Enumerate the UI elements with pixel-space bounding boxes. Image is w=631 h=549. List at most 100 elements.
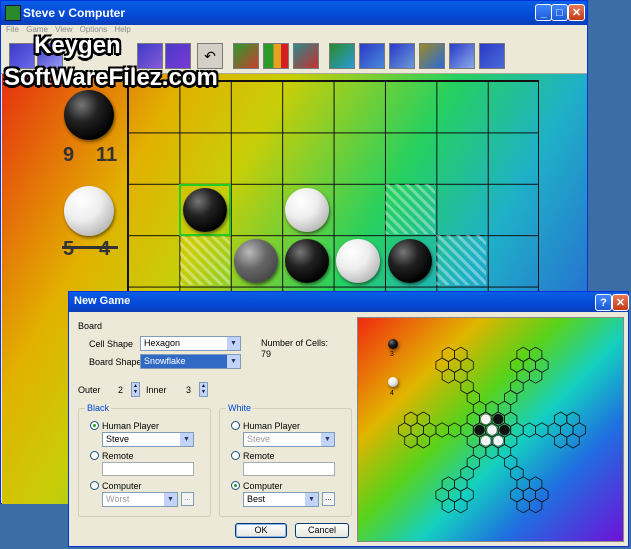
dialog-title-bar[interactable]: New Game ? ✕	[69, 292, 629, 312]
black-stone	[388, 239, 432, 283]
hex-cell	[416, 433, 430, 449]
hex-cell	[566, 433, 580, 449]
maximize-button[interactable]: □	[551, 4, 568, 21]
shape-octagon-icon[interactable]	[419, 43, 445, 69]
shape-star-icon[interactable]	[449, 43, 475, 69]
black-computer-radio[interactable]	[90, 481, 99, 490]
preview-white-piece	[492, 435, 504, 447]
white-stone	[285, 188, 329, 232]
cell-shape-select[interactable]: Hexagon ▼	[140, 336, 241, 351]
shape-triangle-icon[interactable]	[389, 43, 415, 69]
hex-cell	[404, 411, 418, 427]
close-button[interactable]: ✕	[568, 4, 585, 21]
cells-value: 79	[261, 349, 272, 359]
hex-cell	[448, 422, 462, 438]
white-computer-select[interactable]: Best ▼	[243, 492, 319, 507]
gray-stone	[234, 239, 278, 283]
black-computer-select[interactable]: Worst ▼	[102, 492, 178, 507]
chevron-down-icon[interactable]: ▼	[227, 355, 240, 368]
white-group-title: White	[226, 403, 254, 413]
stats-icon[interactable]	[263, 43, 289, 69]
black-remote-radio[interactable]	[90, 451, 99, 460]
white-remote-label: Remote	[243, 451, 275, 461]
black-human-select[interactable]: Steve ▼	[102, 432, 194, 447]
inner-label: Inner	[146, 385, 167, 395]
board-view-icon[interactable]	[233, 43, 259, 69]
hex-cell	[528, 368, 543, 384]
dialog-close-button[interactable]: ✕	[612, 294, 629, 311]
chevron-down-icon[interactable]: ▼	[227, 337, 240, 350]
valid-move-cell[interactable]	[436, 235, 486, 285]
shape-square-icon[interactable]	[329, 43, 355, 69]
black-computer-label: Computer	[102, 481, 142, 491]
board-preview: 3 4	[357, 317, 624, 542]
window-title: Steve v Computer	[23, 6, 126, 20]
white-human-select[interactable]: Steve ▼	[243, 432, 335, 447]
black-human-label: Human Player	[102, 421, 160, 431]
outer-label: Outer	[78, 385, 101, 395]
cancel-button[interactable]: Cancel	[295, 523, 349, 538]
outer-spinner[interactable]: ▲ ▼	[131, 382, 140, 397]
cells-label: Number of Cells:	[261, 338, 329, 348]
black-stone	[183, 188, 227, 232]
black-group: Black Human Player Steve ▼ Remote Comput…	[78, 403, 211, 517]
hex-cell	[516, 497, 530, 514]
hex-cell	[435, 422, 449, 438]
hex-cell	[528, 476, 543, 492]
cell-shape-label: Cell Shape	[89, 339, 134, 349]
preview-white-piece	[486, 424, 498, 436]
chevron-down-icon[interactable]: ▼	[164, 493, 177, 506]
watermark-line-2: SoftWareFilez.com	[4, 64, 218, 91]
menu-file[interactable]: File	[6, 25, 19, 34]
title-bar[interactable]: Steve v Computer _ □ ✕	[1, 1, 587, 25]
hex-cell	[566, 411, 580, 427]
board-shape-label: Board Shape	[89, 357, 142, 367]
black-human-radio[interactable]	[90, 421, 99, 430]
hex-cell	[404, 433, 418, 449]
hex-cell	[510, 357, 524, 373]
black-score-left: 9	[63, 144, 75, 166]
hex-cell	[553, 411, 568, 427]
app-icon	[5, 5, 21, 21]
board-shape-value: Snowflake	[144, 356, 186, 366]
inner-value: 3	[186, 385, 192, 395]
minimize-button[interactable]: _	[535, 4, 552, 21]
white-stone	[336, 239, 380, 283]
chevron-down-icon[interactable]: ▼	[305, 493, 318, 506]
inner-spinner[interactable]: ▲ ▼	[199, 382, 208, 397]
chevron-down-icon[interactable]: ▼	[321, 433, 334, 446]
chevron-down-icon[interactable]: ▼	[180, 433, 193, 446]
ok-button[interactable]: OK	[235, 523, 287, 538]
white-human-radio[interactable]	[231, 421, 240, 430]
hex-cell	[435, 487, 449, 503]
white-score-right: 4	[99, 238, 111, 260]
watermark-line-1: Keygen	[34, 32, 121, 59]
white-computer-options-button[interactable]: ...	[322, 492, 335, 506]
black-remote-field[interactable]	[102, 462, 194, 476]
white-computer-value: Best	[247, 494, 266, 504]
black-player-stone	[64, 90, 114, 140]
black-computer-options-button[interactable]: ...	[181, 492, 194, 506]
game-board[interactable]	[127, 80, 539, 297]
snowflake-board-diagram	[398, 346, 586, 514]
valid-move-cell[interactable]	[385, 184, 435, 234]
colors-icon[interactable]	[293, 43, 319, 69]
hex-cell	[454, 346, 468, 363]
hex-cell	[416, 411, 430, 427]
valid-move-cell[interactable]	[180, 235, 230, 285]
board-shape-select[interactable]: Snowflake ▼	[140, 354, 241, 369]
white-remote-field[interactable]	[243, 462, 335, 476]
shape-hex-icon[interactable]	[359, 43, 385, 69]
white-human-value: Steve	[247, 434, 271, 444]
board-label: Board	[78, 321, 103, 331]
shape-grid-icon[interactable]	[479, 43, 505, 69]
white-computer-radio[interactable]	[231, 481, 240, 490]
help-button[interactable]: ?	[595, 294, 612, 311]
hex-cell	[510, 422, 524, 438]
black-score-right: 11	[96, 144, 118, 166]
black-remote-label: Remote	[102, 451, 134, 461]
white-remote-radio[interactable]	[231, 451, 240, 460]
black-computer-value: Worst	[106, 494, 130, 504]
white-group: White Human Player Steve ▼ Remote Comput…	[219, 403, 352, 517]
hex-cell	[441, 368, 455, 384]
